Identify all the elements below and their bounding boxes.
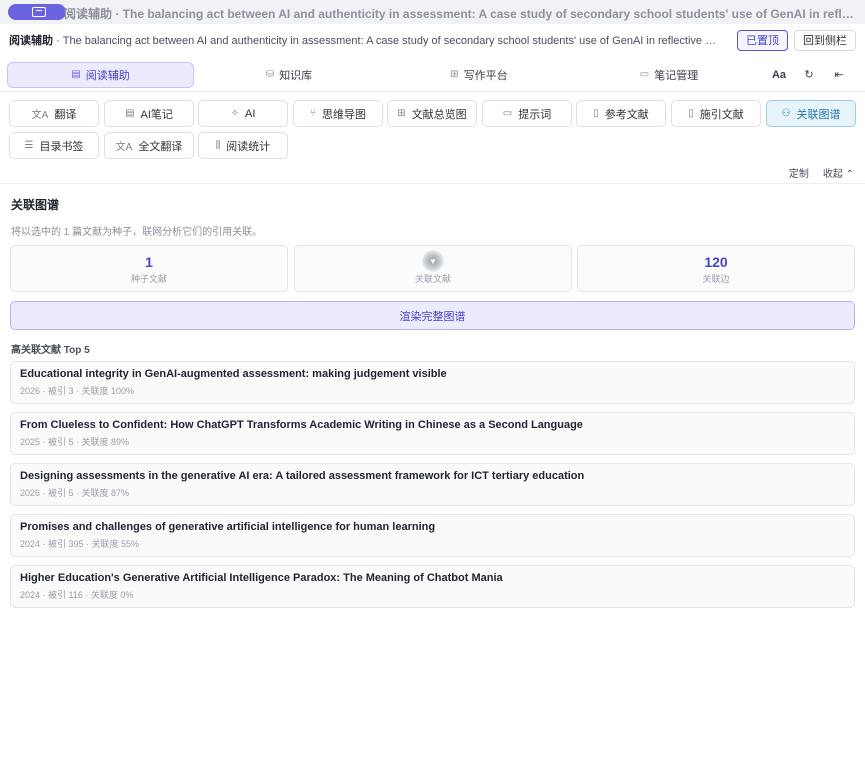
section-divider xyxy=(0,183,865,184)
refresh-icon[interactable]: ↻ xyxy=(794,62,824,88)
note-icon: ▤ xyxy=(125,108,135,119)
document-title-text: · The balancing act between AI and authe… xyxy=(53,35,731,47)
tool-literature-overview-button[interactable]: ⊞ 文献总览图 xyxy=(387,100,477,127)
panel-title: 关联图谱 xyxy=(11,198,60,212)
tool-translate-button[interactable]: 文A 翻译 xyxy=(9,100,99,127)
tool-label: 全文翻译 xyxy=(138,140,183,153)
paper-meta: 2024 · 被引 395 · 关联度 55% xyxy=(20,539,140,549)
collapse-label: 收起 xyxy=(822,169,843,180)
tab-label: 阅读辅助 xyxy=(85,69,130,82)
collapse-sidebar-icon[interactable]: ⇤ xyxy=(824,62,854,88)
list-item[interactable]: From Clueless to Confident: How ChatGPT … xyxy=(10,412,855,455)
window-title: 阅读辅助 · The balancing act between AI and … xyxy=(64,7,859,21)
tool-toc-bookmarks-button[interactable]: ☰ 目录书签 xyxy=(9,132,99,159)
paper-meta: 2024 · 被引 116 · 关联度 0% xyxy=(20,590,134,600)
tool-references-button[interactable]: ▯ 参考文献 xyxy=(576,100,666,127)
tab-label: 写作平台 xyxy=(463,69,508,82)
collapse-link[interactable]: 收起 ⌃ xyxy=(823,165,854,180)
translate-icon: 文A xyxy=(115,142,133,153)
tab-label: 笔记管理 xyxy=(654,69,699,82)
sparkle-icon: ✧ xyxy=(230,108,239,119)
document-title-label: 阅读辅助 xyxy=(9,35,53,47)
stat-label: 关联文献 xyxy=(414,274,451,284)
document-bar: 阅读辅助 · The balancing act between AI and … xyxy=(0,26,865,54)
paper-title: Educational integrity in GenAI-augmented… xyxy=(20,368,447,380)
chevron-up-icon: ⌃ xyxy=(845,169,854,180)
paper-meta: 2025 · 被引 5 · 关联度 89% xyxy=(20,437,130,447)
stat-value: 1 xyxy=(145,254,153,270)
top-related-heading: 高关联文献 Top 5 xyxy=(11,345,90,356)
tab-reading-assist[interactable]: ▤ 阅读辅助 xyxy=(7,61,194,88)
tool-label: 翻译 xyxy=(54,108,77,121)
translate-icon: 文A xyxy=(31,110,49,121)
grid-icon: ⊞ xyxy=(397,108,406,119)
stat-seed-papers: 1 种子文献 xyxy=(10,245,288,292)
tool-label: 参考文献 xyxy=(604,108,649,121)
chat-icon: ▭ xyxy=(502,108,513,119)
customize-link[interactable]: 定制 xyxy=(789,165,809,180)
tab-label: 知识库 xyxy=(279,69,313,82)
paper-meta: 2026 · 被引 5 · 关联度 87% xyxy=(20,488,130,498)
tab-knowledge-base[interactable]: ⛁ 知识库 xyxy=(194,62,384,88)
render-full-graph-button[interactable]: 渲染完整图谱 xyxy=(10,301,855,330)
pinned-button[interactable]: 已置顶 xyxy=(737,29,788,51)
paper-title: Designing assessments in the generative … xyxy=(20,470,585,482)
folder-icon: ▭ xyxy=(639,69,650,80)
paper-meta: 2026 · 被引 3 · 关联度 100% xyxy=(20,386,135,396)
tool-label: 施引文献 xyxy=(699,108,744,121)
file-icon: ▯ xyxy=(593,108,599,119)
tool-full-translation-button[interactable]: 文A 全文翻译 xyxy=(104,132,194,159)
tab-writing-platform[interactable]: ⊞ 写作平台 xyxy=(384,62,574,88)
back-to-sidebar-button[interactable]: 回到侧栏 xyxy=(794,29,856,51)
tool-label: 目录书签 xyxy=(39,140,84,153)
tool-label: 思维导图 xyxy=(322,108,366,121)
stat-relation-edges: 120 关联边 xyxy=(577,245,855,292)
document-icon: ▤ xyxy=(71,69,81,80)
list-item[interactable]: Educational integrity in GenAI-augmented… xyxy=(10,361,855,404)
panel-controls: 定制 收起 ⌃ xyxy=(789,165,854,180)
list-icon: ☰ xyxy=(24,140,34,151)
paper-title: From Clueless to Confident: How ChatGPT … xyxy=(20,419,583,431)
grid-icon: ⊞ xyxy=(450,69,459,80)
list-item[interactable]: Designing assessments in the generative … xyxy=(10,463,855,506)
paper-title: Higher Education's Generative Artificial… xyxy=(20,572,503,584)
file-icon: ▯ xyxy=(688,108,694,119)
chart-icon: ⫼ xyxy=(215,140,221,151)
stat-label: 关联边 xyxy=(702,274,730,284)
tool-prompts-button[interactable]: ▭ 提示词 xyxy=(482,100,572,127)
related-papers-list: Educational integrity in GenAI-augmented… xyxy=(10,361,855,616)
tool-label: AI xyxy=(244,107,256,120)
tool-label: 关联图谱 xyxy=(796,108,841,121)
list-item[interactable]: Higher Education's Generative Artificial… xyxy=(10,565,855,608)
main-tabs: ▤ 阅读辅助 ⛁ 知识库 ⊞ 写作平台 ▭ 笔记管理 Aa ↻ ⇤ xyxy=(0,58,865,92)
font-size-button[interactable]: Aa xyxy=(764,62,794,88)
screen-mode-button[interactable] xyxy=(8,4,66,20)
tab-notes-management[interactable]: ▭ 笔记管理 xyxy=(574,62,764,88)
list-item[interactable]: Promises and challenges of generative ar… xyxy=(10,514,855,557)
tool-ai-note-button[interactable]: ▤ AI笔记 xyxy=(104,100,194,127)
stat-label: 种子文献 xyxy=(130,274,167,284)
tool-mindmap-button[interactable]: ⑂ 思维导图 xyxy=(293,100,383,127)
document-title: 阅读辅助 · The balancing act between AI and … xyxy=(9,32,731,48)
paper-title: Promises and challenges of generative ar… xyxy=(20,521,436,533)
mindmap-icon: ⑂ xyxy=(310,108,316,119)
tool-reading-stats-button[interactable]: ⫼ 阅读统计 xyxy=(198,132,288,159)
stat-related-papers: ▼ 关联文献 xyxy=(294,245,572,292)
tool-label: 提示词 xyxy=(518,108,552,121)
tool-citing-papers-button[interactable]: ▯ 施引文献 xyxy=(671,100,761,127)
tool-label: 阅读统计 xyxy=(226,140,271,153)
stat-value: 120 xyxy=(704,254,728,270)
tool-label: 文献总览图 xyxy=(411,108,467,121)
screen-icon xyxy=(32,7,46,17)
window-titlebar: 阅读辅助 · The balancing act between AI and … xyxy=(0,0,865,24)
tool-relation-graph-button[interactable]: ⚇ 关联图谱 xyxy=(766,100,856,127)
graph-icon: ⚇ xyxy=(781,108,791,119)
panel-description: 将以选中的 1 篇文献为种子，联网分析它们的引用关联。 xyxy=(11,227,263,238)
database-icon: ⛁ xyxy=(265,69,275,80)
loading-spinner-icon: ▼ xyxy=(422,250,444,272)
tool-ai-button[interactable]: ✧ AI xyxy=(198,100,288,127)
tool-label: AI笔记 xyxy=(140,108,173,121)
